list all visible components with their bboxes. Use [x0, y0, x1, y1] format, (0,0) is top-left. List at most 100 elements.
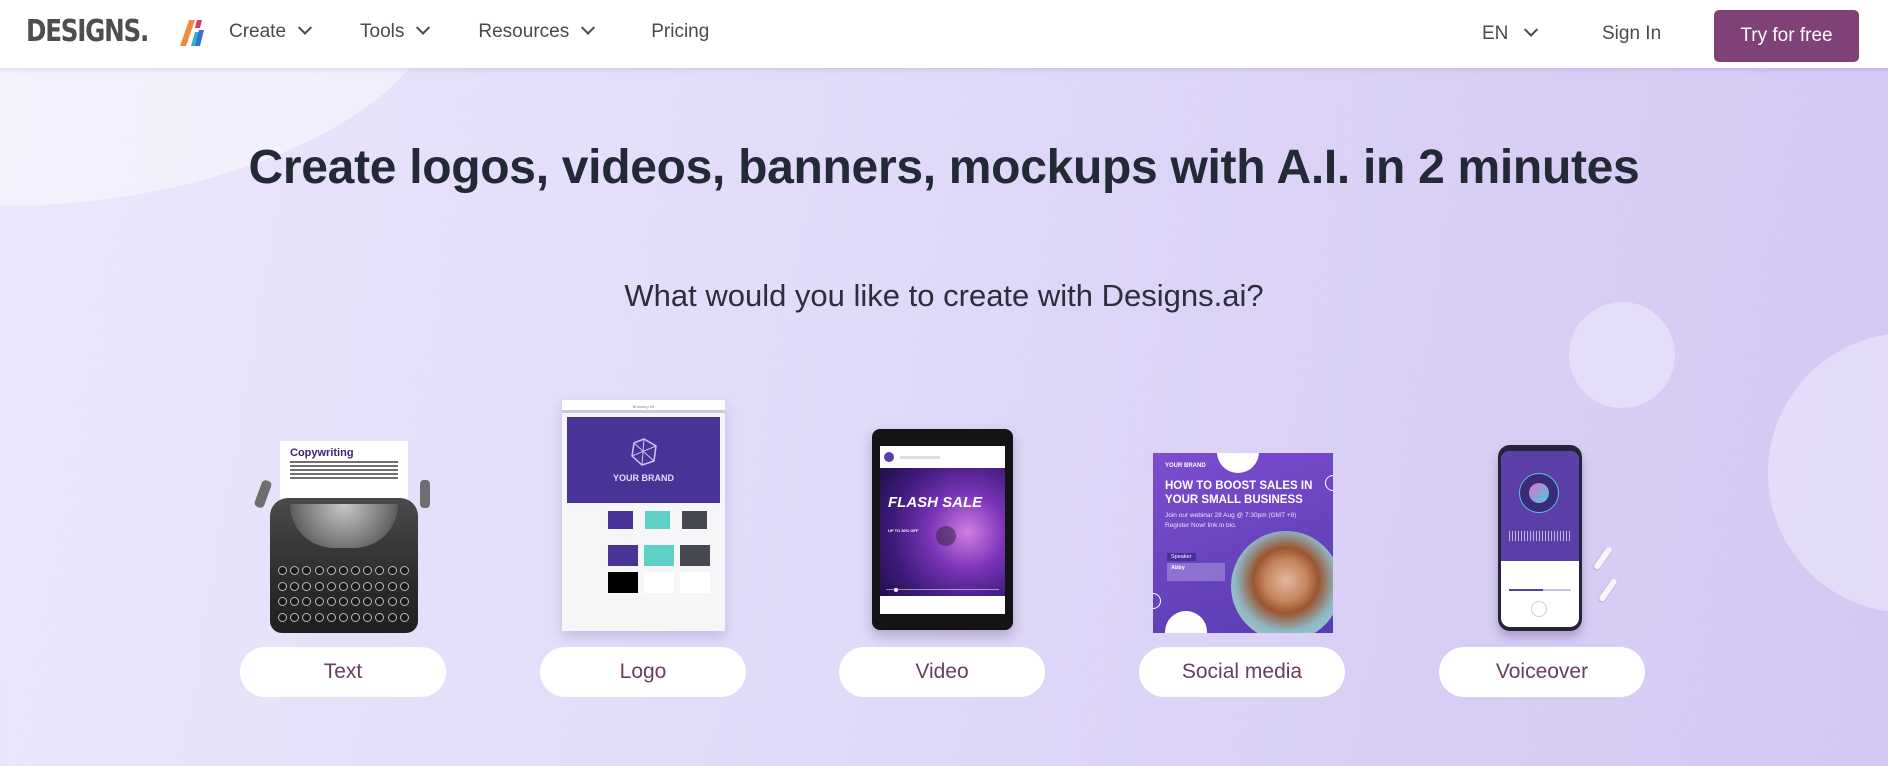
decor-circle [1217, 453, 1259, 473]
key [387, 566, 397, 575]
logo-variations [608, 545, 725, 566]
key [326, 566, 336, 575]
social-info: Join our webinar 28 Aug @ 7:30pm (GMT +8… [1165, 511, 1296, 531]
key [399, 581, 409, 591]
key [387, 597, 397, 606]
key [351, 612, 361, 622]
card-logo-button[interactable]: Logo [540, 647, 746, 697]
nav-create-label: Create [229, 21, 287, 42]
key [387, 612, 397, 622]
play-icon [1531, 601, 1547, 617]
paper-line [290, 465, 398, 467]
key [387, 581, 397, 591]
paper-line [290, 461, 398, 463]
key [314, 566, 324, 575]
sign-in-link[interactable]: Sign In [1602, 0, 1661, 68]
variation-purple [608, 545, 638, 566]
language-label: EN [1482, 23, 1509, 44]
social-info-line: Register Now! link in bio. [1165, 522, 1237, 529]
nav-create[interactable]: Create [229, 20, 313, 43]
paper-line [290, 477, 398, 479]
swatch-teal [645, 511, 670, 529]
social-headline: HOW TO BOOST SALES IN YOUR SMALL BUSINES… [1165, 480, 1313, 506]
decor-ring [1325, 475, 1333, 491]
chevron-down-icon [1524, 22, 1539, 37]
key [278, 566, 287, 575]
nav-pricing-label: Pricing [651, 21, 710, 42]
key [363, 597, 373, 606]
card-video-button[interactable]: Video [839, 647, 1045, 697]
swatch-gray [682, 511, 707, 529]
video-subline: UP TO 30% OFF [888, 528, 919, 533]
background-circle-small [1569, 302, 1675, 408]
logo-ai-mark-icon [180, 20, 204, 46]
key [338, 566, 348, 575]
phone-screen [1501, 451, 1579, 627]
nav-resources-label: Resources [478, 21, 570, 42]
key [399, 566, 409, 575]
key [326, 581, 336, 591]
top-navbar: DESIGNS. Create Tools Resources Pricing … [0, 0, 1888, 68]
tablet-video-illustration[interactable]: FLASH SALE UP TO 30% OFF [872, 429, 1013, 630]
typewriter-knob [253, 479, 273, 509]
key [375, 612, 385, 622]
social-post-illustration[interactable]: YOUR BRAND HOW TO BOOST SALES IN YOUR SM… [1153, 453, 1333, 633]
hero-title: Create logos, videos, banners, mockups w… [248, 141, 1640, 194]
tablet-screen: FLASH SALE UP TO 30% OFF [880, 446, 1005, 614]
key [338, 597, 348, 606]
post-header [880, 446, 1005, 468]
variation-black [608, 572, 638, 593]
social-brand: YOUR BRAND [1165, 463, 1206, 469]
recorder-panel [1501, 451, 1579, 561]
kit-header: Branding Kit [562, 400, 725, 413]
variation-white-teal [680, 572, 710, 593]
key [314, 612, 324, 622]
decor-ring [1153, 593, 1161, 609]
microphone-icon [1529, 483, 1549, 503]
paper-line [290, 469, 398, 471]
nav-resources[interactable]: Resources [478, 20, 596, 43]
kit-brand-name: YOUR BRAND [612, 473, 674, 483]
video-headline: FLASH SALE [888, 494, 983, 511]
speaker-name: Abby [1167, 563, 1225, 581]
key [278, 612, 287, 622]
key [375, 566, 385, 575]
avatar [884, 452, 894, 462]
card-social-media-button[interactable]: Social media [1139, 647, 1345, 697]
speaker-photo [1231, 531, 1333, 633]
language-selector[interactable]: EN [1482, 0, 1539, 68]
phone-recorder-illustration[interactable] [1498, 445, 1582, 631]
branding-kit-illustration[interactable]: Branding Kit YOUR BRAND [562, 400, 725, 631]
key [314, 597, 324, 606]
designs-ai-logo[interactable]: DESIGNS. [26, 16, 204, 48]
post-username-placeholder [900, 455, 940, 459]
card-voiceover-button[interactable]: Voiceover [1439, 647, 1645, 697]
video-progress-thumb [894, 588, 898, 592]
waveform [1509, 531, 1571, 541]
key [290, 612, 300, 622]
chevron-down-icon [416, 20, 431, 35]
video-frame: FLASH SALE UP TO 30% OFF [880, 468, 1005, 596]
geometric-logo-icon [630, 438, 657, 466]
card-text-button[interactable]: Text [240, 647, 446, 697]
logo-variations [608, 572, 725, 593]
nav-tools[interactable]: Tools [360, 20, 431, 43]
key [351, 581, 361, 591]
key [290, 597, 300, 606]
social-info-line: Join our webinar 28 Aug @ 7:30pm (GMT +8… [1165, 512, 1297, 519]
color-swatches [608, 511, 725, 529]
typewriter-knob [420, 480, 430, 508]
key [351, 566, 361, 575]
typewriter-illustration[interactable]: Copywriting [253, 438, 432, 633]
key [399, 597, 409, 606]
key [363, 581, 373, 591]
key [338, 581, 348, 591]
key [399, 612, 409, 622]
key [375, 581, 385, 591]
typewriter-paper: Copywriting [280, 441, 408, 503]
nav-pricing[interactable]: Pricing [651, 21, 709, 43]
try-for-free-button[interactable]: Try for free [1714, 10, 1859, 62]
key [278, 597, 287, 606]
video-progress-track [886, 589, 999, 590]
key [314, 581, 324, 591]
